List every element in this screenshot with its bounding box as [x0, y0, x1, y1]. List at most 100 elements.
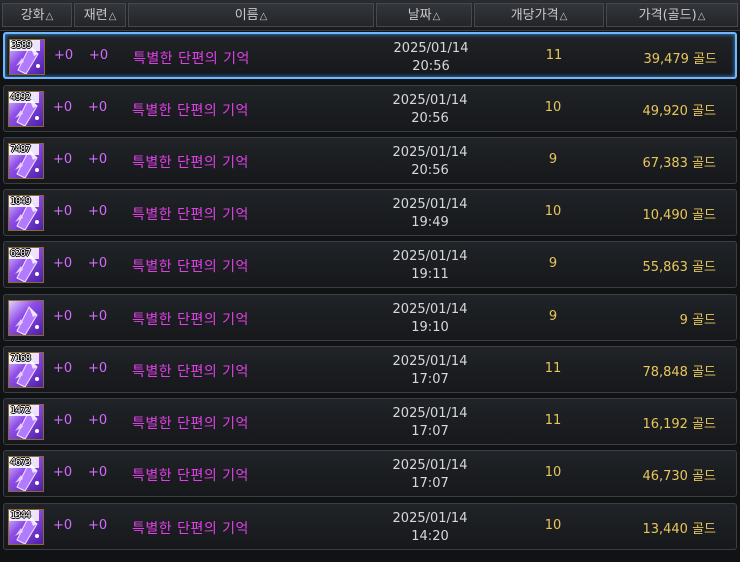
- total-price: 13,440 골드: [604, 518, 716, 537]
- refine-level: +0: [88, 152, 108, 167]
- total-price: 39,479 골드: [605, 48, 717, 67]
- crystal-shard-icon[interactable]: 6207: [8, 247, 44, 283]
- total-price: 78,848 골드: [604, 361, 716, 380]
- stack-count: 1049: [10, 196, 31, 207]
- unit-price: 11: [544, 361, 562, 376]
- column-label-unit-price: 개당가격: [510, 8, 559, 23]
- sort-triangle-icon: △: [108, 11, 117, 22]
- listing-time: 17:07: [411, 476, 449, 491]
- total-price: 9 골드: [604, 309, 716, 328]
- listing-datetime: 2025/01/14 20:56: [377, 144, 483, 180]
- crystal-shard-icon[interactable]: 7168: [8, 352, 44, 388]
- price-value: 49,920: [642, 104, 688, 119]
- unit-price: 10: [544, 518, 562, 533]
- enhance-level: +0: [53, 413, 73, 428]
- listing-time: 17:07: [411, 372, 449, 387]
- stack-count: 4673: [10, 457, 31, 468]
- enhance-level: +0: [53, 152, 73, 167]
- table-row[interactable]: 4992 +0 +0 특별한 단편의 기억 2025/01/14 20:56 10 49,92…: [3, 85, 737, 132]
- table-row[interactable]: 4673 +0 +0 특별한 단편의 기억 2025/01/14 17:07 10 46,73…: [3, 450, 737, 497]
- crystal-shard-icon[interactable]: 3589: [9, 39, 45, 75]
- listing-datetime: 2025/01/14 17:07: [377, 457, 483, 493]
- column-header-name[interactable]: 이름△: [128, 3, 374, 27]
- listing-time: 20:56: [411, 111, 449, 126]
- unit-price: 9: [548, 152, 558, 167]
- table-row[interactable]: 1344 +0 +0 특별한 단편의 기억 2025/01/14 14:20 10 13,44…: [3, 503, 737, 550]
- listing-time: 17:07: [411, 424, 449, 439]
- crystal-shard-icon[interactable]: 4992: [8, 91, 44, 127]
- gold-currency-label: 골드: [692, 417, 716, 432]
- price-value: 10,490: [642, 208, 688, 223]
- listing-datetime: 2025/01/14 19:11: [377, 248, 483, 284]
- stack-count: 6207: [10, 248, 31, 259]
- crystal-shard-icon[interactable]: 4673: [8, 456, 44, 492]
- listing-date: 2025/01/14: [392, 302, 468, 317]
- listing-time: 20:56: [412, 59, 450, 74]
- column-header-enhance[interactable]: 강화△: [2, 3, 72, 27]
- price-value: 16,192: [642, 417, 688, 432]
- item-name: 특별한 단편의 기억: [132, 259, 249, 275]
- unit-price: 10: [544, 100, 562, 115]
- column-label-refine: 재련: [83, 8, 108, 23]
- listing-date: 2025/01/14: [392, 197, 468, 212]
- column-label-price: 가격(골드): [638, 8, 697, 23]
- refine-level: +0: [88, 309, 108, 324]
- listing-date: 2025/01/14: [392, 354, 468, 369]
- table-row[interactable]: 3589 +0 +0 특별한 단편의 기억 2025/01/14 20:56 11 39,47…: [3, 32, 737, 79]
- table-row[interactable]: +0 +0 특별한 단편의 기억 2025/01/14 19:10 9 9 골드: [3, 294, 737, 341]
- refine-level: +0: [88, 518, 108, 533]
- listing-datetime: 2025/01/14 17:07: [377, 353, 483, 389]
- refine-level: +0: [88, 204, 108, 219]
- listing-datetime: 2025/01/14 19:49: [377, 196, 483, 232]
- column-header-unit-price[interactable]: 개당가격△: [474, 3, 604, 27]
- unit-price: 9: [548, 256, 558, 271]
- table-row[interactable]: 7168 +0 +0 특별한 단편의 기억 2025/01/14 17:07 11 78,84…: [3, 346, 737, 393]
- refine-level: +0: [88, 100, 108, 115]
- item-name: 특별한 단편의 기억: [132, 416, 249, 432]
- enhance-level: +0: [53, 309, 73, 324]
- gold-currency-label: 골드: [692, 313, 716, 328]
- crystal-shard-icon[interactable]: 7487: [8, 143, 44, 179]
- listing-datetime: 2025/01/14 17:07: [377, 405, 483, 441]
- listing-time: 19:10: [411, 320, 449, 335]
- refine-level: +0: [88, 361, 108, 376]
- crystal-shard-icon[interactable]: 1049: [8, 195, 44, 231]
- crystal-shard-icon[interactable]: 1472: [8, 404, 44, 440]
- refine-level: +0: [88, 413, 108, 428]
- sort-triangle-icon: △: [45, 11, 54, 22]
- enhance-level: +0: [53, 518, 73, 533]
- item-name: 특별한 단편의 기억: [132, 155, 249, 171]
- listing-time: 19:11: [411, 267, 449, 282]
- sort-triangle-icon: △: [697, 11, 706, 22]
- stack-count: 3589: [11, 40, 32, 51]
- price-value: 78,848: [642, 365, 688, 380]
- crystal-shard-icon[interactable]: 1344: [8, 509, 44, 545]
- stack-count: 4992: [10, 92, 31, 103]
- column-header-date[interactable]: 날짜△: [376, 3, 472, 27]
- column-header-price[interactable]: 가격(골드)△: [606, 3, 738, 27]
- stack-count: 1472: [10, 405, 31, 416]
- table-row[interactable]: 7487 +0 +0 특별한 단편의 기억 2025/01/14 20:56 9 67,383…: [3, 137, 737, 184]
- listing-date: 2025/01/14: [392, 406, 468, 421]
- price-value: 9: [679, 313, 688, 328]
- unit-price: 11: [545, 48, 563, 63]
- table-row[interactable]: 1472 +0 +0 특별한 단편의 기억 2025/01/14 17:07 11 16,19…: [3, 398, 737, 445]
- column-header-bar: 강화△ 재련△ 이름△ 날짜△ 개당가격△ 가격(골드)△: [0, 0, 740, 31]
- gold-currency-label: 골드: [692, 104, 716, 119]
- price-value: 39,479: [643, 52, 689, 67]
- listing-time: 20:56: [411, 163, 449, 178]
- column-header-refine[interactable]: 재련△: [74, 3, 126, 27]
- unit-price: 9: [548, 309, 558, 324]
- enhance-level: +0: [53, 100, 73, 115]
- table-row[interactable]: 1049 +0 +0 특별한 단편의 기억 2025/01/14 19:49 10 10,49…: [3, 189, 737, 236]
- table-row[interactable]: 6207 +0 +0 특별한 단편의 기억 2025/01/14 19:11 9 55,863…: [3, 241, 737, 288]
- gold-currency-label: 골드: [692, 469, 716, 484]
- listing-date: 2025/01/14: [393, 41, 469, 56]
- stack-count: 1344: [10, 510, 31, 521]
- listing-datetime: 2025/01/14 19:10: [377, 301, 483, 337]
- crystal-shard-icon[interactable]: [8, 300, 44, 336]
- item-name: 특별한 단편의 기억: [132, 103, 249, 119]
- item-name: 특별한 단편의 기억: [132, 207, 249, 223]
- total-price: 67,383 골드: [604, 152, 716, 171]
- refine-level: +0: [89, 48, 109, 63]
